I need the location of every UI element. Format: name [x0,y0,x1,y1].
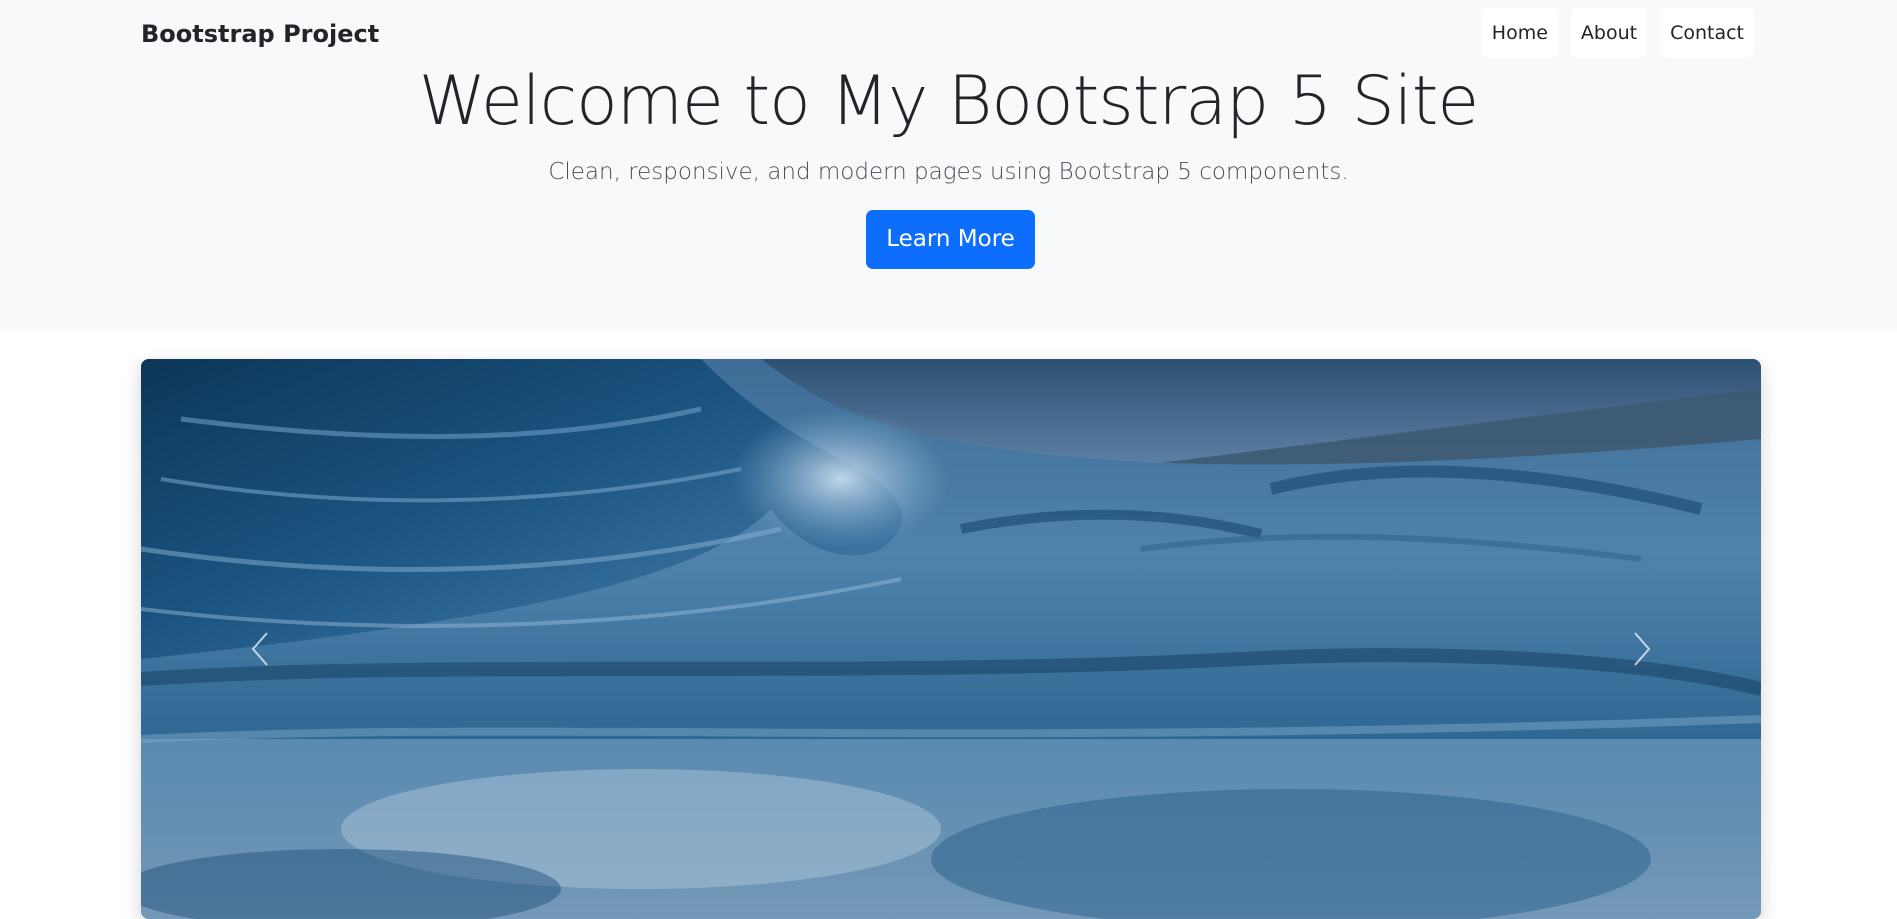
image-carousel [141,359,1761,919]
nav-link-home[interactable]: Home [1481,8,1558,58]
nav-link-about[interactable]: About [1570,8,1648,58]
nav-item-about: About [1570,8,1648,58]
navbar-brand[interactable]: Bootstrap Project [141,18,379,50]
hero-lead: Clean, responsive, and modern pages usin… [548,159,1349,185]
chevron-right-icon [1634,632,1651,666]
ocean-wave-image [141,359,1761,919]
nav-item-contact: Contact [1660,8,1754,58]
nav-links: Home About Contact [1481,8,1754,58]
nav-link-contact[interactable]: Contact [1660,8,1754,58]
carousel-prev-button[interactable] [141,359,381,919]
learn-more-button[interactable]: Learn More [866,210,1035,269]
navbar: Bootstrap Project Home About Contact [0,0,1897,68]
hero-title: Welcome to My Bootstrap 5 Site [418,62,1479,141]
nav-item-home: Home [1481,8,1558,58]
carousel-next-button[interactable] [1521,359,1761,919]
chevron-left-icon [251,632,268,666]
hero-section: Bootstrap Project Home About Contact Wel… [0,0,1897,329]
